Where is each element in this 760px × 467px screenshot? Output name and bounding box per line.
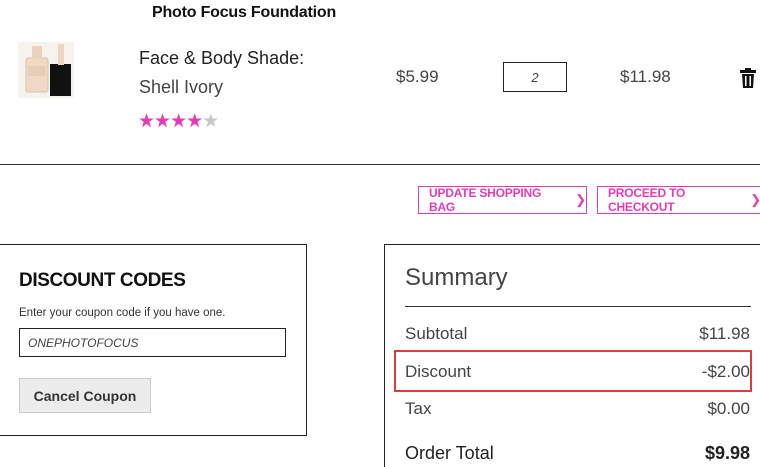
trash-icon xyxy=(740,68,756,88)
unit-price: $5.99 xyxy=(396,67,439,86)
proceed-to-checkout-button[interactable]: PROCEED TO CHECKOUT ❯ xyxy=(597,186,760,214)
rating-stars: ★★★★★ xyxy=(138,110,219,133)
star-icon: ★ xyxy=(202,111,219,132)
star-icon: ★ xyxy=(138,111,155,132)
subtotal-value: $11.98 xyxy=(699,324,750,343)
order-total-label: Order Total xyxy=(405,443,494,463)
coupon-input[interactable] xyxy=(19,328,286,357)
product-thumbnail[interactable] xyxy=(18,40,74,100)
cart-divider xyxy=(0,164,760,165)
discount-hint: Enter your coupon code if you have one. xyxy=(19,307,226,319)
remove-item-button[interactable] xyxy=(740,68,756,88)
tax-value: $0.00 xyxy=(707,399,750,418)
discount-highlight xyxy=(394,350,752,392)
shade-label: Face & Body Shade: xyxy=(139,48,305,68)
product-title[interactable]: Photo Focus Foundation xyxy=(152,4,336,22)
discount-title: DISCOUNT CODES xyxy=(19,270,186,291)
order-total-value: $9.98 xyxy=(704,443,750,463)
summary-rule xyxy=(405,306,751,307)
star-icon: ★ xyxy=(170,111,187,132)
chevron-right-icon: ❯ xyxy=(750,192,760,207)
shade-value: Shell Ivory xyxy=(139,77,224,97)
tax-label: Tax xyxy=(405,399,432,418)
checkout-button-label: PROCEED TO CHECKOUT xyxy=(608,186,686,214)
quantity-input[interactable] xyxy=(503,62,567,92)
update-button-label: UPDATE SHOPPING BAG xyxy=(429,186,542,214)
chevron-right-icon: ❯ xyxy=(575,192,586,207)
discount-panel: DISCOUNT CODES Enter your coupon code if… xyxy=(0,244,307,436)
star-icon: ★ xyxy=(186,111,203,132)
line-total: $11.98 xyxy=(620,67,671,86)
update-shopping-bag-button[interactable]: UPDATE SHOPPING BAG ❯ xyxy=(418,186,587,214)
subtotal-label: Subtotal xyxy=(405,324,468,343)
summary-title: Summary xyxy=(405,264,508,291)
star-icon: ★ xyxy=(154,111,171,132)
cancel-coupon-button[interactable]: Cancel Coupon xyxy=(19,378,151,413)
